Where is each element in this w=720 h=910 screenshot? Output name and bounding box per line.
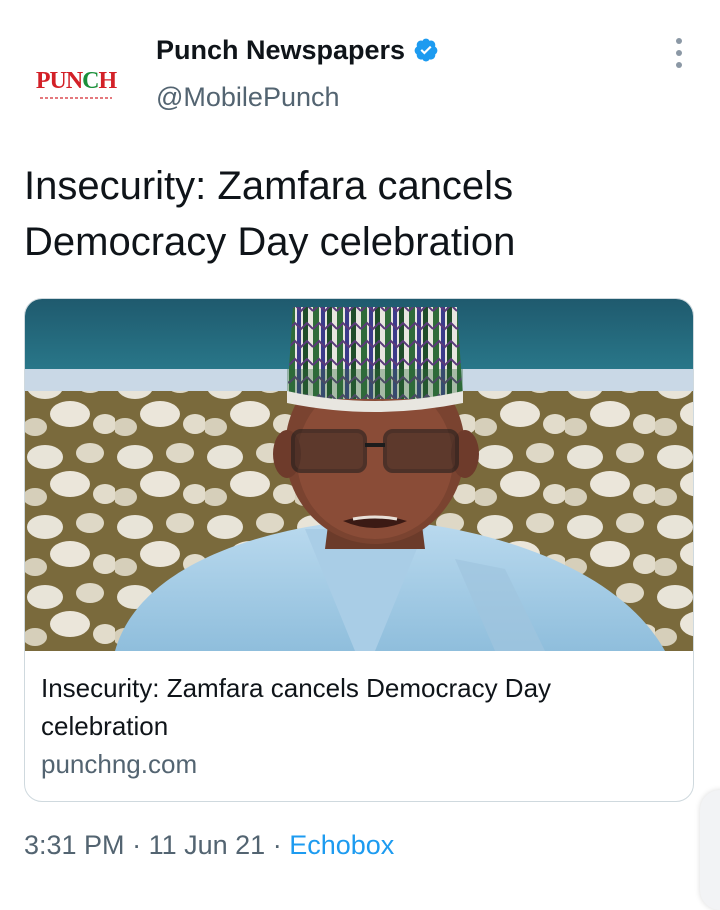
avatar-logo: PUNCH — [35, 67, 117, 94]
meta-separator: · — [132, 830, 142, 860]
avatar[interactable]: PUNCH — [26, 36, 126, 136]
tweet-metadata: 3:31 PM · 11 Jun 21 · Echobox — [24, 830, 394, 861]
more-vertical-icon[interactable] — [664, 36, 694, 70]
tweet-header: PUNCH Punch Newspapers @MobilePunch — [0, 0, 720, 140]
card-image[interactable] — [25, 299, 693, 651]
verified-badge-icon — [413, 37, 439, 63]
author-name-row[interactable]: Punch Newspapers — [156, 32, 439, 68]
tweet-time[interactable]: 3:31 PM — [24, 830, 125, 860]
edge-handle[interactable] — [700, 790, 720, 910]
tweet-source-link[interactable]: Echobox — [289, 830, 394, 860]
card-domain[interactable]: punchng.com — [41, 749, 197, 780]
meta-separator: · — [272, 830, 282, 860]
tweet-text: Insecurity: Zamfara cancels Democracy Da… — [24, 164, 516, 264]
card-title[interactable]: Insecurity: Zamfara cancels Democracy Da… — [41, 669, 671, 745]
avatar-tagline — [40, 96, 112, 99]
link-card[interactable]: Insecurity: Zamfara cancels Democracy Da… — [24, 298, 694, 802]
tweet-date[interactable]: 11 Jun 21 — [149, 830, 266, 860]
author-display-name[interactable]: Punch Newspapers — [156, 35, 405, 66]
author-handle[interactable]: @MobilePunch — [156, 82, 340, 113]
